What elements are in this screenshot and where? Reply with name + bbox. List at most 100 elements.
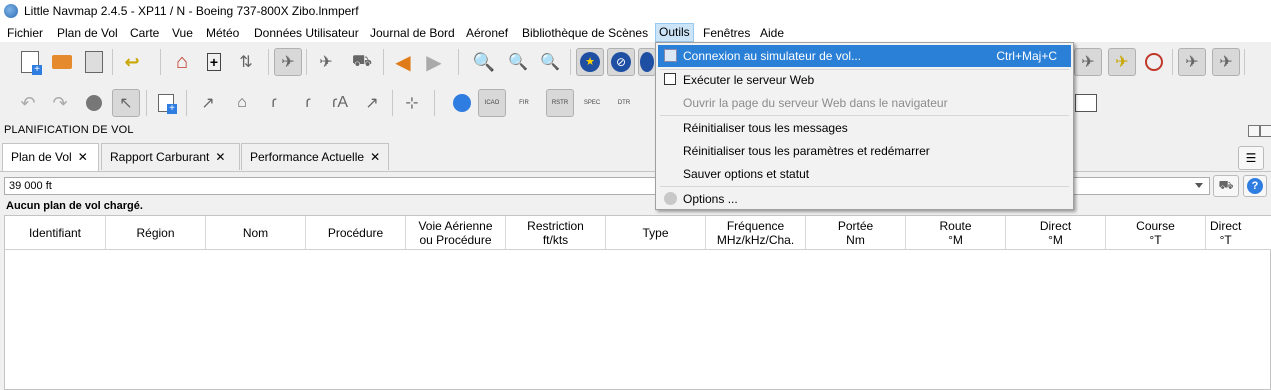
zoom-in-icon[interactable]: 🔍 <box>470 48 498 76</box>
no-entry-icon[interactable]: ⊘ <box>607 48 635 76</box>
spec-icon[interactable]: SPEC <box>578 89 606 117</box>
menu-item-run-webserver[interactable]: Exécuter le serveur Web <box>658 69 1071 91</box>
menu-outils[interactable]: Outils <box>655 23 694 42</box>
menu-item-options[interactable]: Options ... <box>658 188 1071 210</box>
column-header-frequence[interactable]: Fréquence MHz/kHz/Cha. <box>706 216 806 249</box>
route-5-icon[interactable]: ɾA <box>326 89 354 117</box>
column-header-region[interactable]: Région <box>106 216 206 249</box>
toolbar-separator <box>1172 49 1173 75</box>
toolbar-separator <box>186 90 187 116</box>
menu-journal-de-bord[interactable]: Journal de Bord <box>367 25 458 41</box>
show-route-icon[interactable]: ✈ <box>274 48 302 76</box>
zoom-gauge-icon[interactable] <box>80 89 108 117</box>
menu-meteo[interactable]: Météo <box>203 25 242 41</box>
help-icon[interactable]: ? <box>1243 175 1267 197</box>
column-header-identifiant[interactable]: Identifiant <box>5 216 106 249</box>
menu-fenetres[interactable]: Fenêtres <box>700 25 753 41</box>
add-waypoint-icon[interactable]: + <box>200 48 228 76</box>
menu-carte[interactable]: Carte <box>127 25 162 41</box>
close-icon[interactable]: ✕ <box>78 144 88 170</box>
icao-icon[interactable]: ICAO <box>478 89 506 117</box>
column-header-portee[interactable]: Portée Nm <box>806 216 906 249</box>
rstr-icon[interactable]: RSTR <box>546 89 574 117</box>
calc-route-icon[interactable]: + <box>152 89 180 117</box>
open-flightplan-icon[interactable] <box>48 48 76 76</box>
toolbar-separator <box>434 90 435 116</box>
tab-plan-de-vol[interactable]: Plan de Vol ✕ <box>2 143 99 172</box>
menu-vue[interactable]: Vue <box>169 25 196 41</box>
save-flightplan-icon[interactable] <box>80 48 108 76</box>
column-header-restriction[interactable]: Restriction ft/kts <box>506 216 606 249</box>
airport-star-icon[interactable]: ★ <box>576 48 604 76</box>
route-6-icon[interactable]: ↗ <box>358 89 386 117</box>
home-icon[interactable]: ⌂ <box>168 48 196 76</box>
crosshair-icon[interactable]: ⊹ <box>398 89 426 117</box>
route-4-icon[interactable]: ɾ <box>294 89 322 117</box>
close-icon[interactable]: ✕ <box>370 144 380 170</box>
aircraft-trail-icon[interactable]: ✈ <box>312 48 340 76</box>
panel-float-icon[interactable] <box>1248 125 1260 137</box>
undo-arrow-icon[interactable]: ↩ <box>118 48 146 76</box>
column-header-nom[interactable]: Nom <box>206 216 306 249</box>
aircraft-yellow-icon[interactable]: ✈ <box>1108 48 1136 76</box>
menu-item-reset-settings[interactable]: Réinitialiser tous les paramètres et red… <box>658 140 1071 162</box>
airport-a-icon[interactable]: ✈ <box>1178 48 1206 76</box>
route-1-icon[interactable]: ↗ <box>194 89 222 117</box>
column-header-voie-aerienne[interactable]: Voie Aérienne ou Procédure <box>406 216 506 249</box>
undo-icon[interactable]: ↶ <box>14 89 42 117</box>
window-title: Little Navmap 2.4.5 - XP11 / N - Boeing … <box>24 4 359 18</box>
cruise-altitude-value: 39 000 ft <box>9 180 52 192</box>
route-3-icon[interactable]: ɾ <box>260 89 288 117</box>
toolbar-separator <box>306 49 307 75</box>
partial-icon[interactable] <box>642 89 654 117</box>
forward-icon[interactable]: ▶ <box>420 48 448 76</box>
checkbox[interactable] <box>664 73 676 85</box>
toolbar-separator <box>383 49 384 75</box>
menu-bibliotheque-de-scenes[interactable]: Bibliothèque de Scènes <box>519 25 651 41</box>
toolbar-separator <box>112 49 113 75</box>
target-icon[interactable] <box>1140 48 1168 76</box>
redo-icon[interactable]: ↷ <box>46 89 74 117</box>
zoom-out-icon[interactable]: 🔍 <box>504 48 532 76</box>
column-header-type[interactable]: Type <box>606 216 706 249</box>
pointer-icon[interactable]: ↖ <box>112 89 140 117</box>
compass-icon[interactable] <box>448 89 476 117</box>
zoom-fit-icon[interactable]: 🔍 <box>536 48 564 76</box>
back-icon[interactable]: ◀ <box>389 48 417 76</box>
menu-item-connect-simulator[interactable]: Connexion au simulateur de vol... Ctrl+M… <box>658 45 1071 67</box>
table-header: Identifiant Région Nom Procédure Voie Aé… <box>5 216 1271 250</box>
column-header-course[interactable]: Course °T <box>1106 216 1206 249</box>
menu-item-save-options[interactable]: Sauver options et statut <box>658 163 1071 185</box>
reverse-route-icon[interactable]: ⇅ <box>232 48 260 76</box>
new-flightplan-icon[interactable]: + <box>16 48 44 76</box>
toolbar-separator <box>570 49 571 75</box>
menu-aeronef[interactable]: Aéronef <box>463 25 511 41</box>
close-icon[interactable]: ✕ <box>215 144 225 170</box>
menu-fichier[interactable]: Fichier <box>4 25 46 41</box>
column-header-direct-true[interactable]: Direct °T <box>1206 216 1271 249</box>
panel-close-icon[interactable] <box>1260 125 1271 137</box>
route-2-icon[interactable]: ⌂ <box>228 89 256 117</box>
toolbar-separator <box>268 49 269 75</box>
menu-plan-de-vol[interactable]: Plan de Vol <box>54 25 121 41</box>
dtr-icon[interactable]: DTR <box>610 89 638 117</box>
departure-icon[interactable]: ⛟ <box>348 48 376 76</box>
airspace-icon[interactable]: ✈ <box>1074 48 1102 76</box>
fir-icon[interactable]: FIR <box>510 89 538 117</box>
airport-a2-icon[interactable]: ✈ <box>1212 48 1240 76</box>
column-header-route[interactable]: Route °M <box>906 216 1006 249</box>
adjust-altitude-icon[interactable]: ⛟ <box>1213 175 1239 197</box>
menu-separator <box>660 115 1069 116</box>
view-options-icon[interactable]: ☰ <box>1238 146 1264 170</box>
menu-aide[interactable]: Aide <box>757 25 787 41</box>
partial-tool-icon[interactable] <box>638 48 656 76</box>
tab-performance-actuelle[interactable]: Performance Actuelle ✕ <box>241 143 389 170</box>
flightplan-table[interactable]: Identifiant Région Nom Procédure Voie Aé… <box>4 215 1271 390</box>
column-header-direct-mag[interactable]: Direct °M <box>1006 216 1106 249</box>
table-view-icon[interactable] <box>1072 89 1100 117</box>
column-header-procedure[interactable]: Procédure <box>306 216 406 249</box>
menu-item-reset-messages[interactable]: Réinitialiser tous les messages <box>658 117 1071 139</box>
tab-rapport-carburant[interactable]: Rapport Carburant ✕ <box>101 143 240 170</box>
chevron-down-icon <box>1195 183 1203 188</box>
menu-donnees-utilisateur[interactable]: Données Utilisateur <box>251 25 362 41</box>
